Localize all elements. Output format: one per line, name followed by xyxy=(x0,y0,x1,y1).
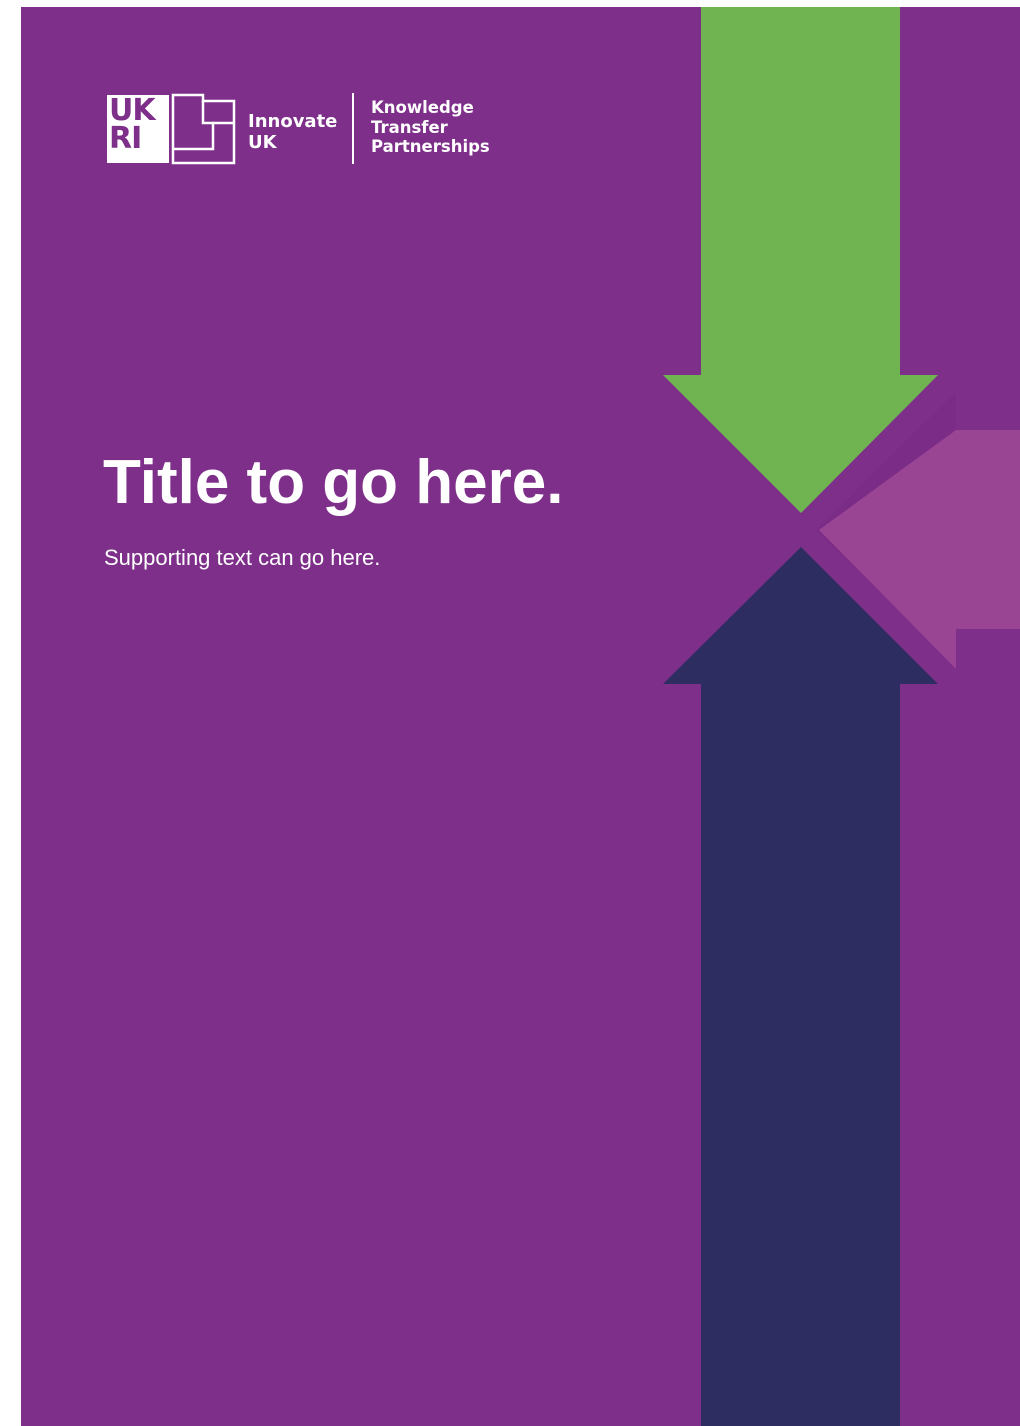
up-arrow-shape xyxy=(663,547,938,1426)
ktp-line1: Knowledge xyxy=(371,98,474,117)
logo-divider xyxy=(352,93,354,164)
ukri-line2: RI xyxy=(109,121,142,156)
ktp-wordmark: Knowledge Transfer Partnerships xyxy=(371,98,490,157)
arrows-graphic xyxy=(663,7,1020,1426)
innovate-uk-wordmark: Innovate UK xyxy=(248,111,337,153)
supporting-text: Supporting text can go here. xyxy=(104,545,381,570)
ktp-line3: Partnerships xyxy=(371,137,490,156)
down-arrow-shape xyxy=(663,7,938,513)
cover-page: UK RI Innovate UK Knowledge Transfer Par… xyxy=(21,7,1020,1426)
page-title: Title to go here. xyxy=(103,448,564,517)
innovate-line1: Innovate xyxy=(248,111,338,132)
innovate-line2: UK xyxy=(248,132,277,153)
ukri-letters: UK RI xyxy=(109,96,167,163)
ukri-ktp-logo: UK RI Innovate UK Knowledge Transfer Par… xyxy=(107,93,507,167)
ktp-line2: Transfer xyxy=(371,117,448,137)
